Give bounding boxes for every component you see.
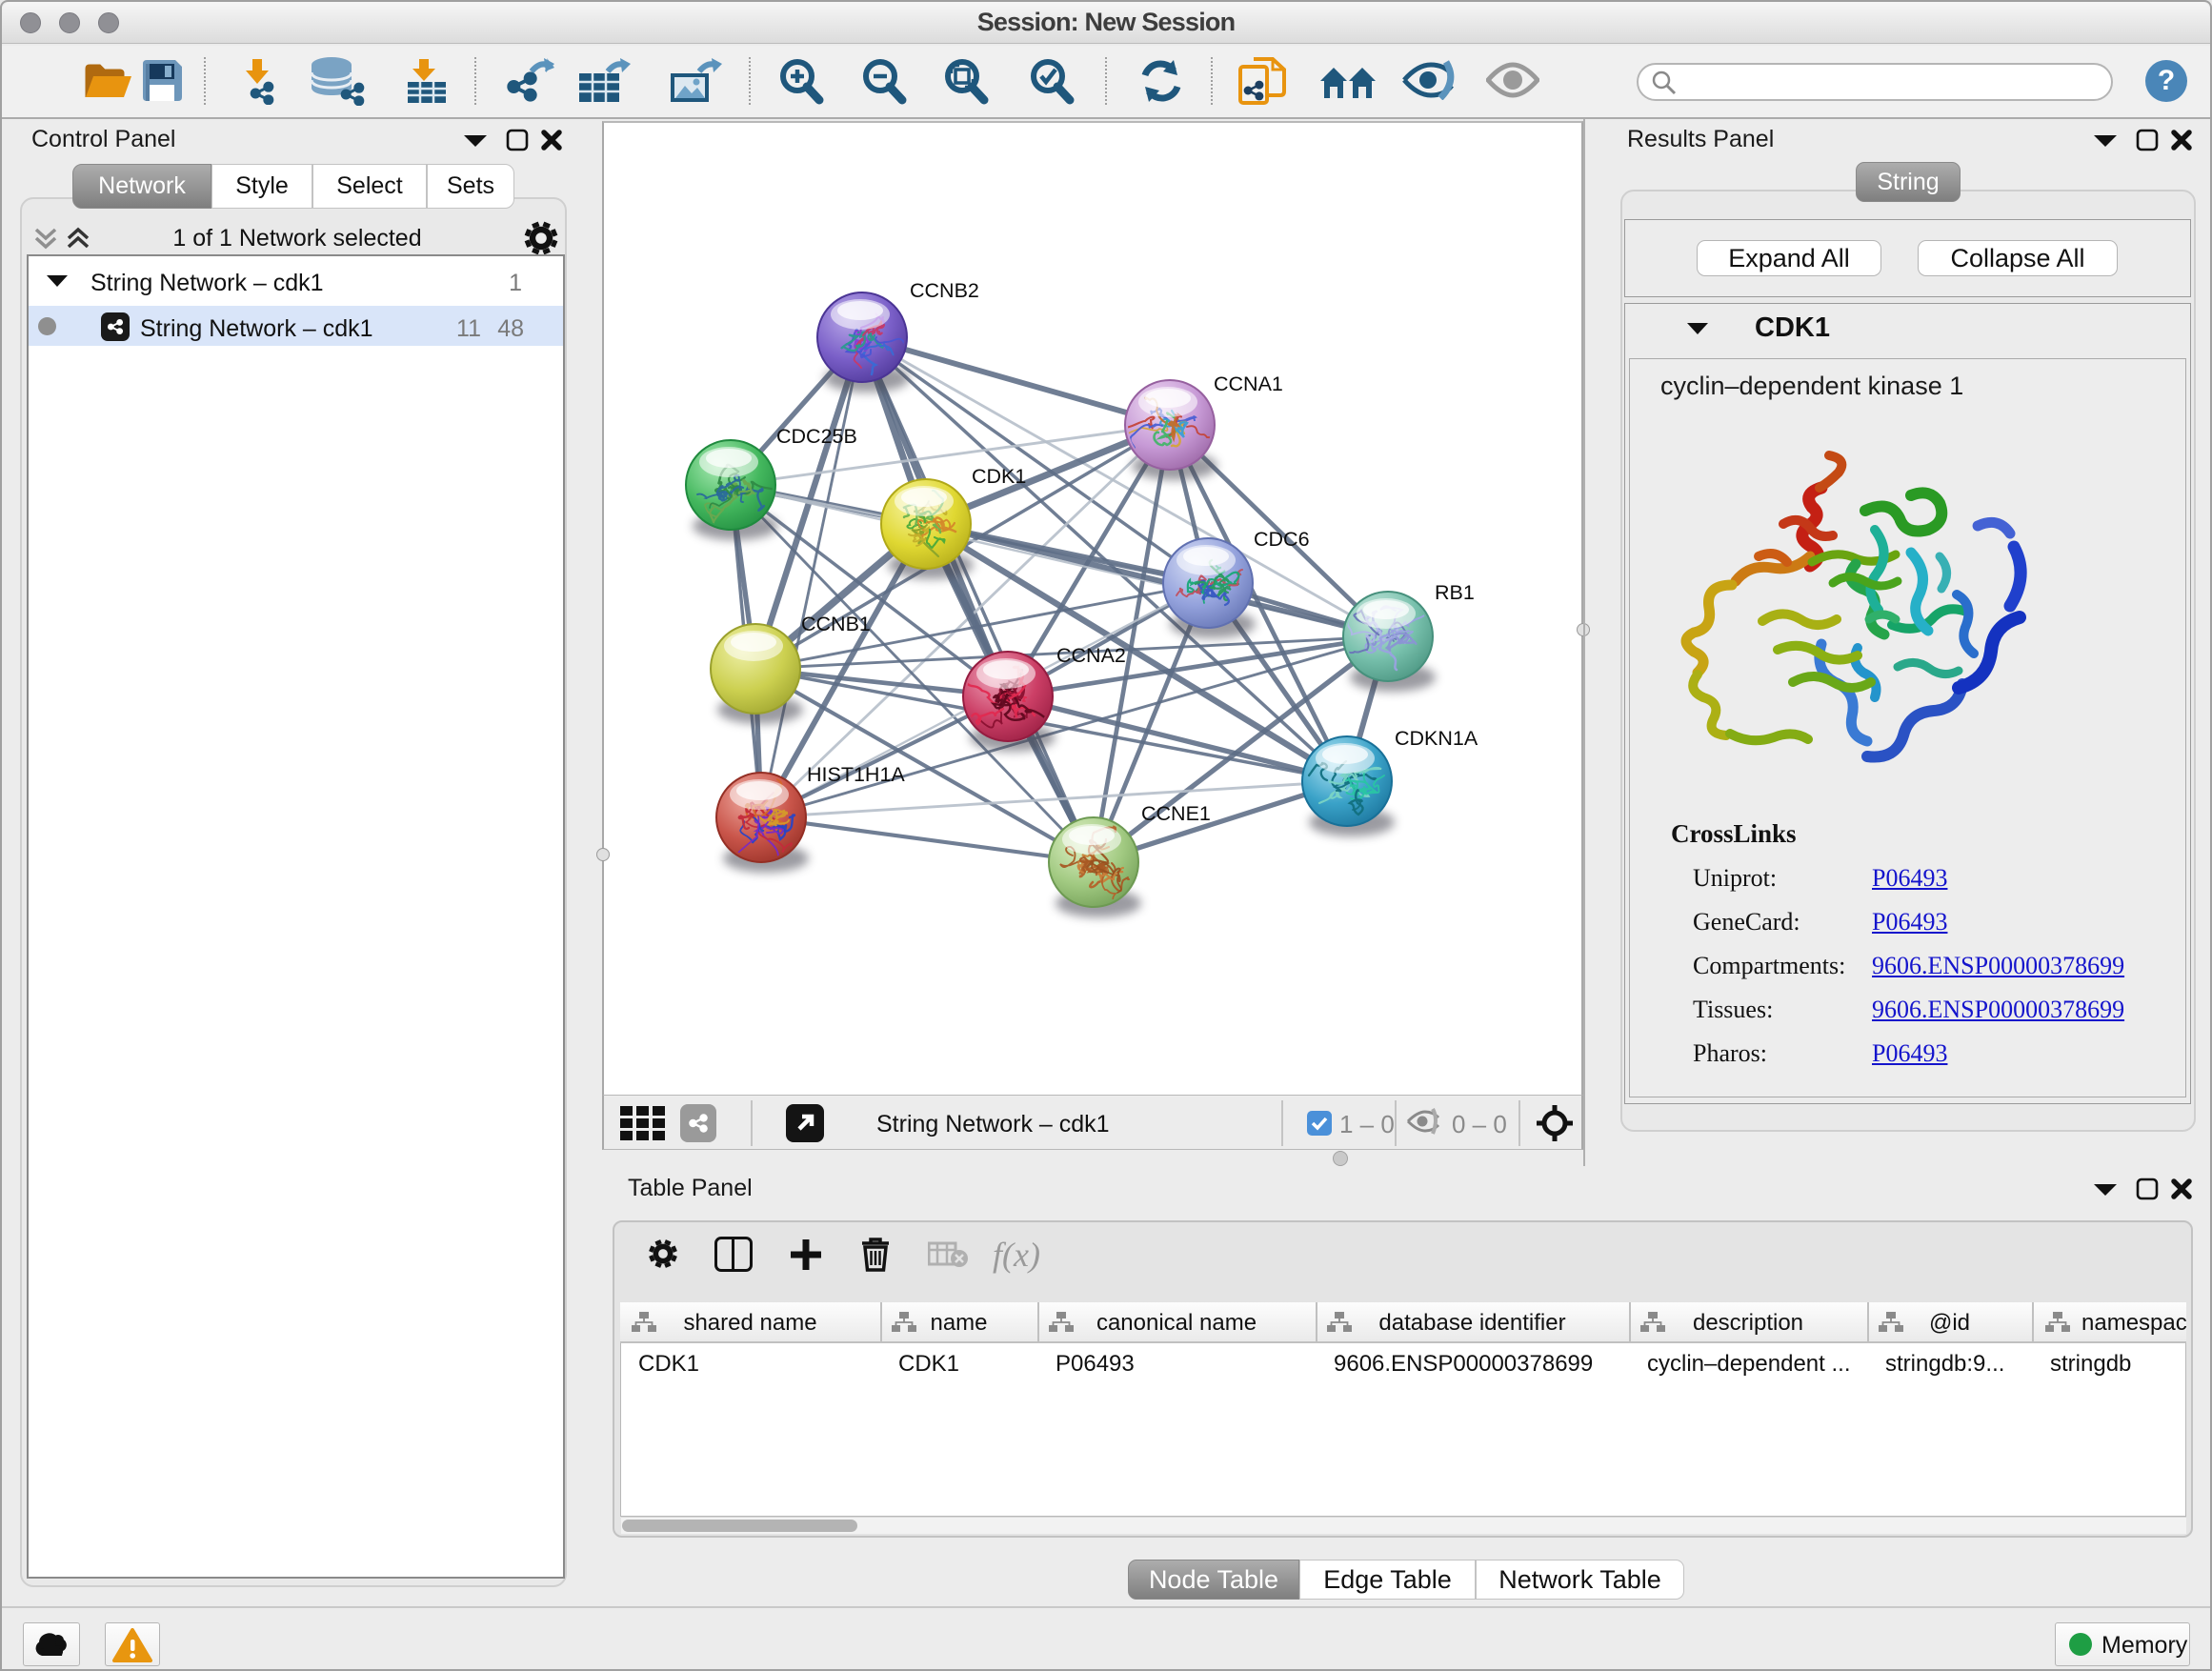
svg-text:CCNA2: CCNA2	[1056, 644, 1126, 667]
svg-text:RB1: RB1	[1435, 581, 1475, 604]
svg-text:CCNB1: CCNB1	[801, 613, 871, 635]
svg-text:CDK1: CDK1	[972, 465, 1026, 488]
svg-text:CCNB2: CCNB2	[910, 279, 979, 302]
svg-text:CCNA1: CCNA1	[1214, 372, 1283, 395]
svg-text:CDC25B: CDC25B	[776, 425, 857, 448]
svg-text:CDKN1A: CDKN1A	[1395, 727, 1478, 750]
svg-text:CCNE1: CCNE1	[1141, 802, 1211, 825]
svg-text:CDC6: CDC6	[1254, 528, 1310, 551]
svg-text:HIST1H1A: HIST1H1A	[807, 763, 905, 786]
